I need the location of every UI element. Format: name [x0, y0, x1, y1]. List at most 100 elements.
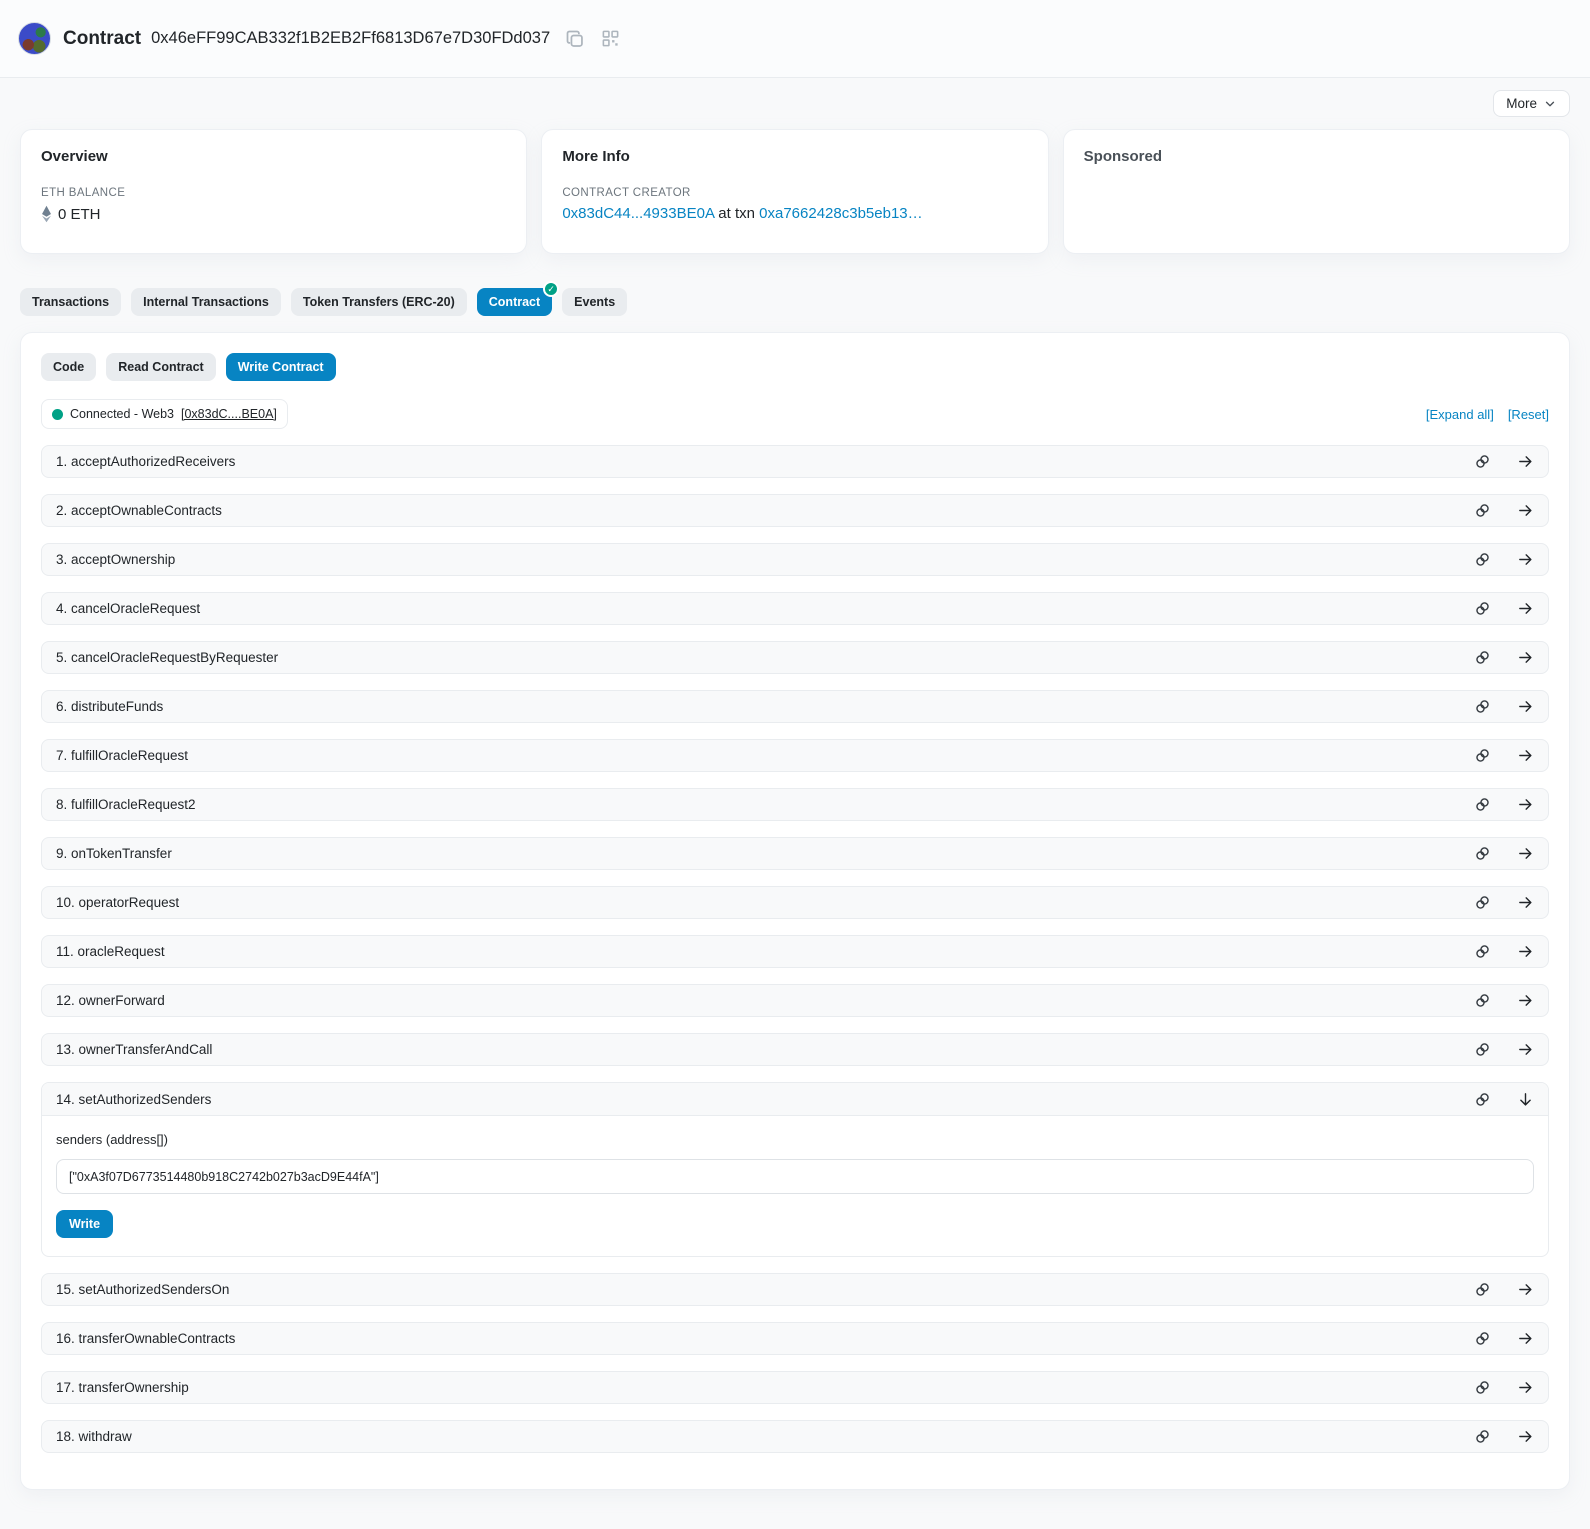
subtab-read-contract[interactable]: Read Contract — [106, 353, 215, 381]
tab-token-transfers[interactable]: Token Transfers (ERC-20) — [291, 288, 467, 316]
function-label: 18. withdraw — [56, 1429, 132, 1444]
copy-address-icon[interactable] — [564, 28, 585, 49]
expand-arrow-icon[interactable] — [1517, 845, 1534, 862]
function-label: 11. oracleRequest — [56, 944, 165, 959]
expand-all-link[interactable]: [Expand all] — [1426, 407, 1494, 422]
expand-arrow-icon[interactable] — [1517, 747, 1534, 764]
function-expanded-setAuthorizedSenders: 14. setAuthorizedSenders senders (addres… — [41, 1082, 1549, 1257]
function-row-transferOwnership[interactable]: 17. transferOwnership — [41, 1371, 1549, 1404]
function-row-operatorRequest[interactable]: 10. operatorRequest — [41, 886, 1549, 919]
expand-arrow-icon[interactable] — [1517, 649, 1534, 666]
link-icon[interactable] — [1474, 1428, 1491, 1445]
function-label: 5. cancelOracleRequestByRequester — [56, 650, 278, 665]
connection-status-text: Connected - Web3 — [70, 407, 174, 421]
senders-input[interactable] — [56, 1159, 1534, 1194]
wallet-connect-status[interactable]: Connected - Web3 [0x83dC....BE0A] — [41, 399, 288, 429]
contract-avatar — [18, 22, 51, 55]
function-label: 8. fulfillOracleRequest2 — [56, 797, 196, 812]
link-icon[interactable] — [1474, 796, 1491, 813]
link-icon[interactable] — [1474, 943, 1491, 960]
function-row-cancelOracleRequest[interactable]: 4. cancelOracleRequest — [41, 592, 1549, 625]
link-icon[interactable] — [1474, 698, 1491, 715]
link-icon[interactable] — [1474, 1379, 1491, 1396]
link-icon[interactable] — [1474, 1330, 1491, 1347]
function-label: 14. setAuthorizedSenders — [56, 1092, 211, 1107]
expand-arrow-icon[interactable] — [1517, 1379, 1534, 1396]
function-label: 13. ownerTransferAndCall — [56, 1042, 212, 1057]
tab-bar: Transactions Internal Transactions Token… — [20, 288, 1570, 316]
function-row-withdraw[interactable]: 18. withdraw — [41, 1420, 1549, 1453]
function-row-onTokenTransfer[interactable]: 9. onTokenTransfer — [41, 837, 1549, 870]
chevron-down-icon — [1543, 97, 1557, 111]
link-icon[interactable] — [1474, 551, 1491, 568]
expand-arrow-icon[interactable] — [1517, 796, 1534, 813]
creator-txn-link[interactable]: 0xa7662428c3b5eb13… — [759, 205, 922, 222]
link-icon[interactable] — [1474, 1041, 1491, 1058]
function-label: 6. distributeFunds — [56, 699, 163, 714]
function-label: 3. acceptOwnership — [56, 552, 175, 567]
qr-code-icon[interactable] — [601, 29, 620, 48]
eth-balance-value: 0 ETH — [58, 206, 101, 223]
function-row-fulfillOracleRequest[interactable]: 7. fulfillOracleRequest — [41, 739, 1549, 772]
function-row-cancelOracleRequestByRequester[interactable]: 5. cancelOracleRequestByRequester — [41, 641, 1549, 674]
overview-title: Overview — [41, 148, 506, 165]
subtab-code[interactable]: Code — [41, 353, 96, 381]
expand-arrow-icon[interactable] — [1517, 502, 1534, 519]
link-icon[interactable] — [1474, 747, 1491, 764]
expand-arrow-icon[interactable] — [1517, 894, 1534, 911]
link-icon[interactable] — [1474, 992, 1491, 1009]
tab-events[interactable]: Events — [562, 288, 627, 316]
link-icon[interactable] — [1474, 649, 1491, 666]
function-row-setAuthorizedSendersOn[interactable]: 15. setAuthorizedSendersOn — [41, 1273, 1549, 1306]
function-row-ownerTransferAndCall[interactable]: 13. ownerTransferAndCall — [41, 1033, 1549, 1066]
expand-arrow-icon[interactable] — [1517, 943, 1534, 960]
expand-arrow-icon[interactable] — [1517, 698, 1534, 715]
eth-balance-label: ETH BALANCE — [41, 187, 506, 199]
page-header: Contract 0x46eFF99CAB332f1B2EB2Ff6813D67… — [0, 0, 1590, 78]
subtab-write-contract[interactable]: Write Contract — [226, 353, 336, 381]
expand-arrow-icon[interactable] — [1517, 1330, 1534, 1347]
more-button[interactable]: More — [1493, 90, 1570, 117]
connected-wallet-link[interactable]: [0x83dC....BE0A] — [181, 407, 277, 421]
reset-link[interactable]: [Reset] — [1508, 407, 1549, 422]
contract-address: 0x46eFF99CAB332f1B2EB2Ff6813D67e7D30FDd0… — [151, 29, 550, 48]
expand-arrow-icon[interactable] — [1517, 453, 1534, 470]
link-icon[interactable] — [1474, 1281, 1491, 1298]
link-icon[interactable] — [1474, 600, 1491, 617]
function-row-acceptOwnership[interactable]: 3. acceptOwnership — [41, 543, 1549, 576]
expand-arrow-icon[interactable] — [1517, 992, 1534, 1009]
tab-internal-transactions[interactable]: Internal Transactions — [131, 288, 281, 316]
function-row-fulfillOracleRequest2[interactable]: 8. fulfillOracleRequest2 — [41, 788, 1549, 821]
function-row-acceptOwnableContracts[interactable]: 2. acceptOwnableContracts — [41, 494, 1549, 527]
expand-arrow-icon[interactable] — [1517, 600, 1534, 617]
connected-dot-icon — [52, 409, 63, 420]
tab-transactions[interactable]: Transactions — [20, 288, 121, 316]
function-label: 7. fulfillOracleRequest — [56, 748, 188, 763]
link-icon[interactable] — [1474, 894, 1491, 911]
contract-creator-label: CONTRACT CREATOR — [562, 187, 1027, 199]
expand-arrow-icon[interactable] — [1517, 1281, 1534, 1298]
expand-arrow-icon[interactable] — [1517, 1041, 1534, 1058]
write-button[interactable]: Write — [56, 1210, 113, 1238]
expand-arrow-icon[interactable] — [1517, 1428, 1534, 1445]
function-row-distributeFunds[interactable]: 6. distributeFunds — [41, 690, 1549, 723]
expand-arrow-icon[interactable] — [1517, 551, 1534, 568]
function-row-transferOwnableContracts[interactable]: 16. transferOwnableContracts — [41, 1322, 1549, 1355]
link-icon[interactable] — [1474, 845, 1491, 862]
more-info-card: More Info CONTRACT CREATOR 0x83dC44...49… — [541, 129, 1048, 254]
function-row-setAuthorizedSenders[interactable]: 14. setAuthorizedSenders — [42, 1083, 1548, 1116]
function-row-oracleRequest[interactable]: 11. oracleRequest — [41, 935, 1549, 968]
function-row-ownerForward[interactable]: 12. ownerForward — [41, 984, 1549, 1017]
collapse-arrow-icon[interactable] — [1517, 1091, 1534, 1108]
page-title: Contract — [63, 28, 141, 50]
function-label: 16. transferOwnableContracts — [56, 1331, 235, 1346]
link-icon[interactable] — [1474, 453, 1491, 470]
function-row-acceptAuthorizedReceivers[interactable]: 1. acceptAuthorizedReceivers — [41, 445, 1549, 478]
tab-contract[interactable]: Contract ✓ — [477, 288, 552, 316]
function-list: 1. acceptAuthorizedReceivers 2. acceptOw… — [41, 445, 1549, 1453]
link-icon[interactable] — [1474, 502, 1491, 519]
creator-address-link[interactable]: 0x83dC44...4933BE0A — [562, 205, 714, 222]
link-icon[interactable] — [1474, 1091, 1491, 1108]
overview-card: Overview ETH BALANCE 0 ETH — [20, 129, 527, 254]
more-info-title: More Info — [562, 148, 1027, 165]
